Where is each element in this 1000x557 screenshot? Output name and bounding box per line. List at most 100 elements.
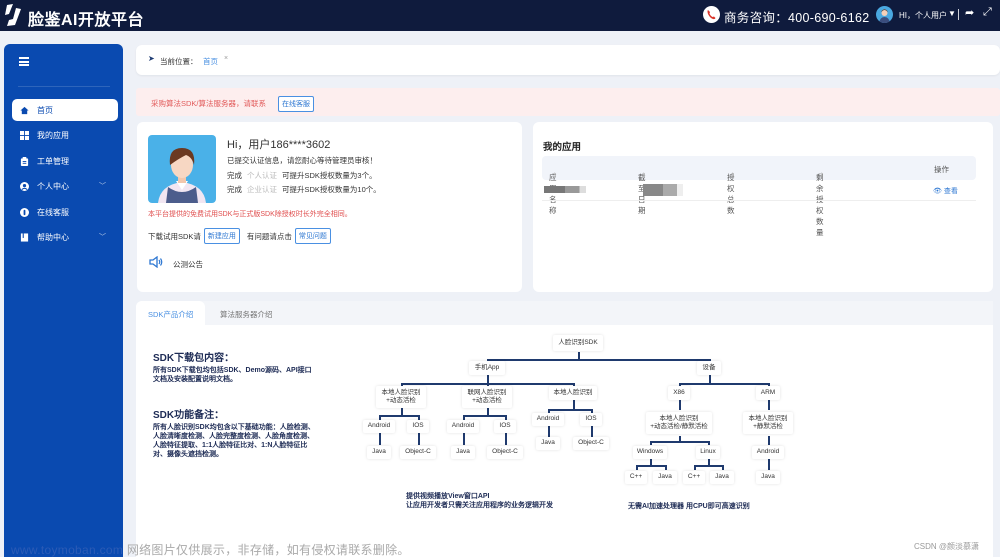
watermark-text: 网络图片仅供展示，非存储，如有侵权请联系删除。 xyxy=(123,543,410,557)
tree-connector xyxy=(650,441,652,445)
sidebar-item-home[interactable]: 首页 xyxy=(12,99,118,121)
sidebar-item-personal-center[interactable]: 个人中心 ﹀ xyxy=(12,176,118,198)
user-circle-icon xyxy=(20,182,29,191)
mobile-note: 提供视频播放View窗口API 让应用开发者只需关注应用程序的业务逻辑开发 xyxy=(406,493,553,509)
tree-connector xyxy=(578,352,580,359)
home-icon xyxy=(20,106,29,115)
sort-icon[interactable]: ⇕ xyxy=(730,172,735,179)
view-button[interactable]: 👁︎ 查看 xyxy=(933,186,958,196)
sidebar-item-my-apps[interactable]: 我的应用 xyxy=(12,125,118,147)
close-icon[interactable]: × xyxy=(224,55,228,62)
top-bar: 脸鉴AI开放平台 商务咨询：400-690-6162 HI，个人用户 ▼ ➦ ⤢ xyxy=(0,0,1000,31)
caret-down-icon[interactable]: ▼ xyxy=(948,9,956,18)
sort-icon[interactable]: ⇕ xyxy=(641,172,646,179)
tree-node-cpp: C++ xyxy=(683,470,705,484)
tree-node-objc: Object-C xyxy=(400,445,436,459)
author-watermark: CSDN @颜淡慕潇 xyxy=(914,542,980,551)
sort-icon[interactable]: ⇕ xyxy=(819,172,824,179)
avatar[interactable] xyxy=(876,6,893,23)
sidebar: 首页 我的应用 工单管理 个人中心 ﹀ 在线客服 帮助中心 ﹀ xyxy=(4,44,123,557)
enterprise-auth-line: 完成 企业认证 可提升SDK授权数量为10个。 xyxy=(227,184,381,195)
tree-node-windows: Windows xyxy=(633,445,667,459)
verification-status: 已提交认证信息，请您耐心等待管理员审核！ xyxy=(227,156,377,165)
enterprise-auth-link[interactable]: 企业认证 xyxy=(247,185,277,194)
paper-plane-icon: ➤ xyxy=(148,54,155,63)
fullscreen-icon[interactable]: ⤢ xyxy=(983,6,992,19)
download-row: 下载试用SDK请 新建应用 有问题请点击 常见问题 xyxy=(148,228,331,244)
tree-connector xyxy=(679,400,681,410)
headset-icon xyxy=(20,207,29,217)
new-app-button[interactable]: 新建应用 xyxy=(203,228,240,244)
tab-sdk-intro[interactable]: SDK产品介绍 xyxy=(136,301,206,325)
clipboard-icon xyxy=(20,156,29,166)
my-apps-title: 我的应用 xyxy=(543,142,582,153)
tree-node-arm: ARM xyxy=(756,386,780,400)
personal-auth-line: 完成 个人认证 可提升SDK授权数量为3个。 xyxy=(227,170,377,181)
tree-connector xyxy=(650,441,708,443)
tree-node-android: Android xyxy=(363,419,395,433)
sort-icon[interactable]: ⇕ xyxy=(552,172,557,179)
sidebar-item-tickets[interactable]: 工单管理 xyxy=(12,150,118,172)
tree-connector xyxy=(487,359,709,361)
sidebar-item-support[interactable]: 在线客服 xyxy=(12,201,118,223)
tree-connector xyxy=(463,415,505,417)
chevron-down-icon: ﹀ xyxy=(99,233,106,241)
sidebar-item-label: 首页 xyxy=(37,105,53,115)
sidebar-divider xyxy=(18,86,110,87)
tree-connector xyxy=(708,458,710,465)
chevron-down-icon: ﹀ xyxy=(99,182,106,190)
tree-node-linux: Linux xyxy=(696,445,720,459)
download-prefix: 下载试用SDK请 xyxy=(148,231,201,241)
package-text: 所有SDK下载包均包括SDK、Demo源码、API接口文档及安装配置说明文档。 xyxy=(153,367,312,383)
tree-node-android: Android xyxy=(447,419,479,433)
alert-text: 采购算法SDK/算法服务器，请联系 xyxy=(151,99,267,108)
sidebar-nav: 首页 我的应用 工单管理 个人中心 ﹀ 在线客服 帮助中心 ﹀ xyxy=(12,99,118,252)
announcement-link[interactable]: 公测公告 xyxy=(173,259,203,270)
user-menu[interactable]: HI，个人用户 xyxy=(899,10,947,21)
app-name-redacted xyxy=(544,186,586,193)
online-support-button[interactable]: 在线客服 xyxy=(278,96,314,112)
faq-button[interactable]: 常见问题 xyxy=(294,228,331,244)
tree-node-online-recognition-liveness: 联网人脸识别 +动态活检 xyxy=(462,386,512,408)
tree-node-android: Android xyxy=(532,412,564,426)
tab-server-intro[interactable]: 算法服务器介绍 xyxy=(208,301,285,325)
intro-panel: SDK产品介绍 算法服务器介绍 SDK下载包内容： 所有SDK下载包均包括SDK… xyxy=(136,301,1000,557)
tree-node-arm-features: 本地人脸识别 +静默活检 xyxy=(743,412,793,434)
tree-connector xyxy=(708,441,710,445)
tree-connector xyxy=(722,465,724,470)
tree-node-android: Android xyxy=(752,445,784,459)
tree-connector xyxy=(694,465,696,470)
breadcrumb-tab-home[interactable]: 首页 xyxy=(203,56,218,67)
tree-node-java: Java xyxy=(536,436,560,450)
trial-notice: 本平台提供的免费试用SDK与正式版SDK除授权时长外完全相同。 xyxy=(148,211,352,218)
features-text: 所有人脸识别SDK均包含以下基础功能：人脸检测、人脸清晰度检测、人脸完整度检测、… xyxy=(153,424,315,458)
tree-connector xyxy=(768,436,770,445)
tree-connector xyxy=(709,374,711,383)
menu-toggle-icon[interactable] xyxy=(19,57,29,66)
package-title: SDK下载包内容： xyxy=(153,353,235,364)
grid-icon xyxy=(20,131,29,140)
tree-connector xyxy=(548,426,550,437)
table-row: 👁︎ 查看 xyxy=(542,180,976,201)
line-suffix: 可提升SDK授权数量为10个。 xyxy=(282,185,381,194)
personal-auth-link[interactable]: 个人认证 xyxy=(247,171,277,180)
tree-node-device: 设备 xyxy=(697,361,721,375)
apps-table-header: 应用名称⇕ 截至日期⇕ 授权总数⇕ 剩余授权数量⇕ 操作 xyxy=(542,156,976,237)
tree-node-java: Java xyxy=(710,470,734,484)
tree-connector xyxy=(768,400,770,410)
sidebar-item-help-center[interactable]: 帮助中心 ﹀ xyxy=(12,227,118,249)
tree-connector xyxy=(505,432,507,445)
tree-connector xyxy=(379,415,418,417)
share-icon[interactable]: ➦ xyxy=(965,6,974,19)
tree-node-root: 人脸识别SDK xyxy=(553,335,603,351)
tree-node-mobile-app: 手机App xyxy=(469,361,505,375)
tree-connector xyxy=(418,432,420,445)
speaker-icon xyxy=(149,256,163,268)
line-suffix: 可提升SDK授权数量为3个。 xyxy=(282,171,377,180)
tree-node-java: Java xyxy=(653,470,677,484)
tree-connector xyxy=(487,407,489,415)
tree-connector xyxy=(636,465,638,470)
tree-node-local-recognition-liveness: 本地人脸识别 +动态活检 xyxy=(376,386,426,408)
tree-node-objc: Object-C xyxy=(487,445,523,459)
tree-connector xyxy=(591,426,593,437)
